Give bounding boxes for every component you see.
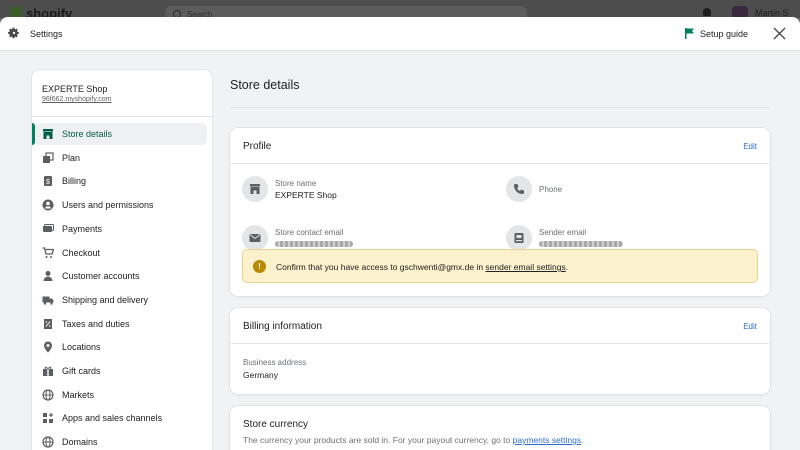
sidebar-item-customer-accounts[interactable]: Customer accounts [32, 265, 212, 287]
profile-card: Profile Edit Store name EXPERTE Shop Pho… [230, 128, 770, 296]
sender-email-label: Sender email [539, 227, 587, 237]
svg-text:$: $ [46, 179, 50, 186]
sidebar-item-label: Customer accounts [62, 271, 140, 282]
sidebar-item-markets[interactable]: Markets [32, 384, 212, 406]
modal-header: Settings Setup guide [0, 17, 800, 51]
store-name-field: Store name EXPERTE Shop [242, 176, 337, 202]
settings-sidebar: EXPERTE Shop 96f662.myshopify.com Store … [32, 70, 212, 450]
redacted-email [275, 240, 353, 247]
redacted-email [539, 240, 623, 247]
store-icon [43, 129, 53, 139]
sidebar-item-label: Apps and sales channels [62, 413, 163, 424]
sidebar-item-label: Billing [62, 176, 87, 187]
sidebar-item-apps-and-sales-channels[interactable]: Apps and sales channels [32, 407, 212, 429]
sidebar-item-label: Taxes and duties [62, 318, 130, 329]
globe-icon [42, 436, 54, 448]
currency-description-text: The currency your products are sold in. … [243, 435, 513, 445]
store-name-value: EXPERTE Shop [275, 189, 337, 200]
title-divider [230, 107, 770, 108]
sidebar-item-label: Users and permissions [62, 200, 154, 211]
page-title: Store details [230, 78, 300, 92]
sidebar-item-plan[interactable]: Plan [32, 147, 212, 169]
sidebar-item-payments[interactable]: Payments [32, 218, 212, 240]
sidebar-item-label: Payments [62, 223, 103, 234]
sidebar-item-label: Gift cards [62, 366, 101, 376]
billing-edit-link[interactable]: Edit [743, 322, 757, 331]
warning-icon: ! [253, 260, 266, 273]
tax-icon [44, 318, 52, 329]
profile-title: Profile [243, 141, 272, 152]
payments-settings-link[interactable]: payments settings [513, 435, 582, 445]
card-divider [230, 343, 770, 344]
sidebar-item-locations[interactable]: Locations [32, 336, 212, 358]
envelope-icon [242, 225, 268, 251]
banner-message: Confirm that you have access to gschwent… [276, 262, 486, 272]
globe-icon [42, 389, 54, 401]
store-icon [242, 176, 268, 202]
setup-guide-button[interactable]: Setup guide [685, 28, 748, 39]
gift-icon [43, 366, 53, 376]
sidebar-item-taxes-and-duties[interactable]: Taxes and duties [32, 313, 212, 335]
contact-email-label: Store contact email [275, 227, 344, 237]
sidebar-item-label: Markets [62, 389, 95, 400]
currency-title: Store currency [243, 419, 309, 430]
currency-description: The currency your products are sold in. … [243, 435, 584, 445]
sidebar-item-shipping-and-delivery[interactable]: Shipping and delivery [32, 289, 212, 311]
card-divider [230, 163, 770, 164]
business-address-value: Germany [243, 370, 278, 380]
billing-card: Billing information Edit Business addres… [230, 308, 770, 394]
warning-banner: ! Confirm that you have access to gschwe… [242, 249, 758, 283]
phone-label: Phone [539, 184, 563, 194]
truck-icon [42, 296, 54, 305]
payments-icon [43, 223, 54, 232]
inbox-icon [506, 225, 532, 251]
close-icon[interactable] [773, 27, 786, 40]
user-circle-icon [42, 199, 54, 211]
sender-email-settings-link[interactable]: sender email settings [485, 262, 565, 272]
settings-modal: Settings Setup guide EXPERTE Shop 96f662… [0, 17, 800, 450]
customer-icon [43, 271, 53, 282]
contact-email-field: Store contact email [242, 225, 353, 251]
plan-icon [43, 152, 54, 163]
active-highlight [35, 123, 207, 145]
shop-name: EXPERTE Shop [42, 84, 108, 94]
setup-guide-label: Setup guide [700, 28, 749, 39]
sidebar-item-label: Store details [62, 129, 113, 139]
sidebar-item-label: Checkout [62, 247, 101, 258]
store-name-label: Store name [275, 178, 317, 188]
gear-icon [8, 27, 19, 39]
phone-field: Phone [506, 176, 562, 202]
sidebar-item-gift-cards[interactable]: Gift cards [32, 360, 212, 382]
sender-email-field: Sender email [506, 225, 623, 251]
sidebar-item-checkout[interactable]: Checkout [32, 242, 212, 264]
sidebar-item-label: Domains [62, 437, 98, 448]
sidebar-item-label: Locations [62, 342, 101, 353]
currency-card: Store currency The currency your product… [230, 406, 770, 450]
currency-suffix: . [581, 435, 584, 445]
active-indicator [32, 123, 35, 145]
billing-icon: $ [44, 176, 52, 187]
sidebar-item-domains[interactable]: Domains [32, 431, 212, 450]
billing-title: Billing information [243, 321, 322, 332]
apps-icon [43, 413, 53, 424]
sidebar-item-label: Plan [62, 152, 81, 163]
bell-icon [703, 8, 711, 16]
background-topbar: shopify Search Martin S [0, 0, 800, 18]
banner-suffix: . [565, 262, 569, 272]
sidebar-item-billing[interactable]: $ Billing [32, 170, 212, 192]
banner-text: Confirm that you have access to gschwent… [276, 262, 568, 272]
sidebar-item-store-details[interactable]: Store details [32, 123, 212, 145]
sidebar-item-label: Shipping and delivery [62, 294, 149, 305]
cart-icon [42, 246, 54, 258]
shop-url[interactable]: 96f662.myshopify.com [42, 96, 112, 103]
business-address-label: Business address [243, 358, 307, 367]
location-pin-icon [44, 341, 52, 353]
sidebar-divider [32, 116, 212, 117]
profile-edit-link[interactable]: Edit [743, 142, 757, 151]
flag-icon [685, 28, 694, 39]
phone-icon [506, 176, 532, 202]
sidebar-item-users-and-permissions[interactable]: Users and permissions [32, 194, 212, 216]
modal-title: Settings [30, 29, 63, 39]
